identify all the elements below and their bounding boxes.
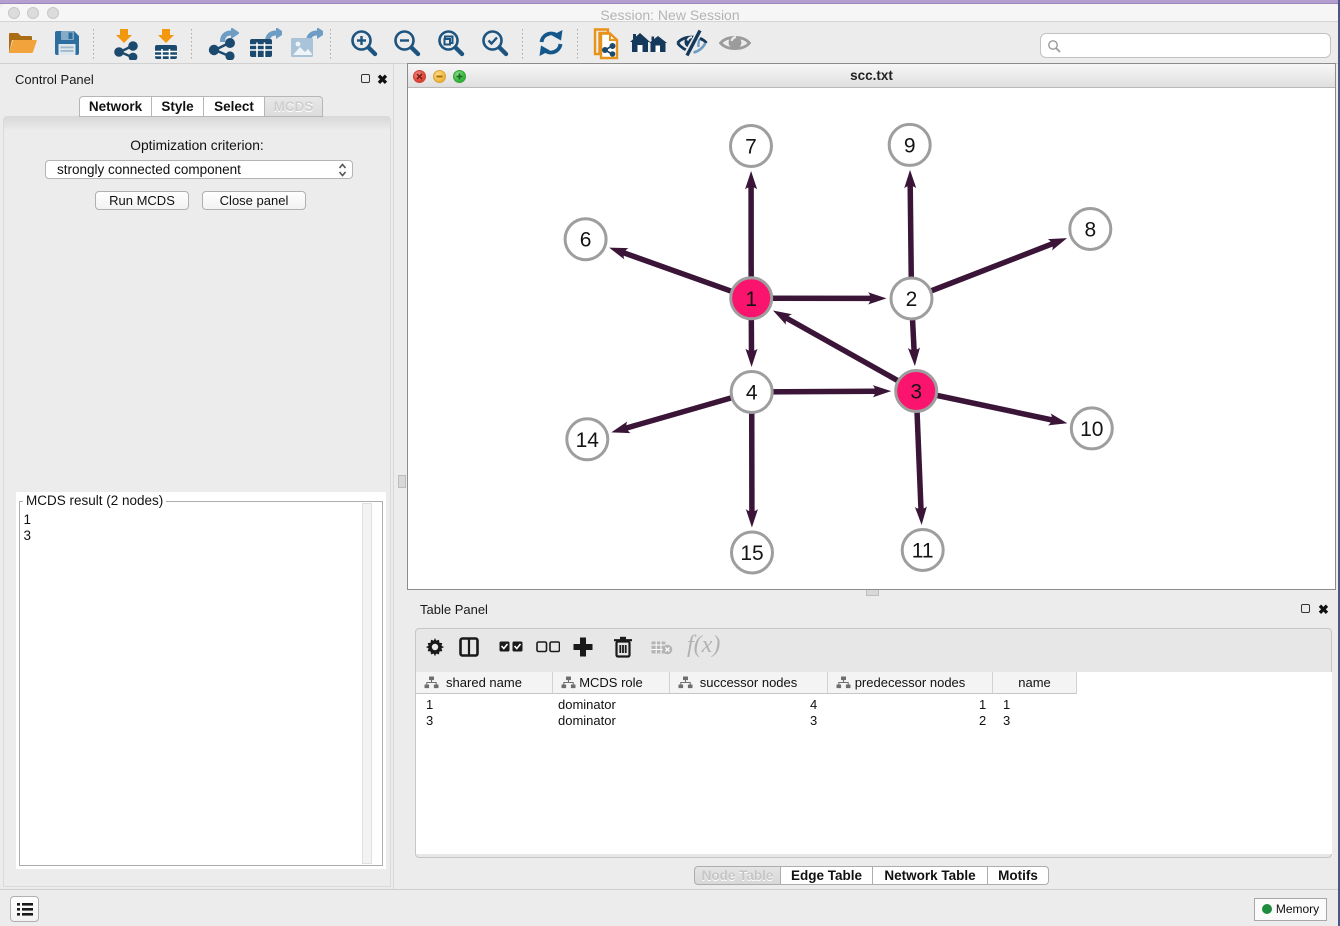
svg-text:15: 15 xyxy=(740,542,763,565)
svg-text:1: 1 xyxy=(745,288,757,311)
svg-text:8: 8 xyxy=(1084,219,1096,242)
svg-text:3: 3 xyxy=(910,381,922,404)
svg-text:6: 6 xyxy=(580,229,592,252)
svg-text:11: 11 xyxy=(912,540,934,563)
svg-text:4: 4 xyxy=(746,382,758,405)
svg-text:7: 7 xyxy=(745,136,757,159)
svg-text:2: 2 xyxy=(906,288,918,311)
svg-text:14: 14 xyxy=(576,429,600,452)
svg-text:10: 10 xyxy=(1080,418,1103,441)
svg-text:9: 9 xyxy=(904,134,916,157)
